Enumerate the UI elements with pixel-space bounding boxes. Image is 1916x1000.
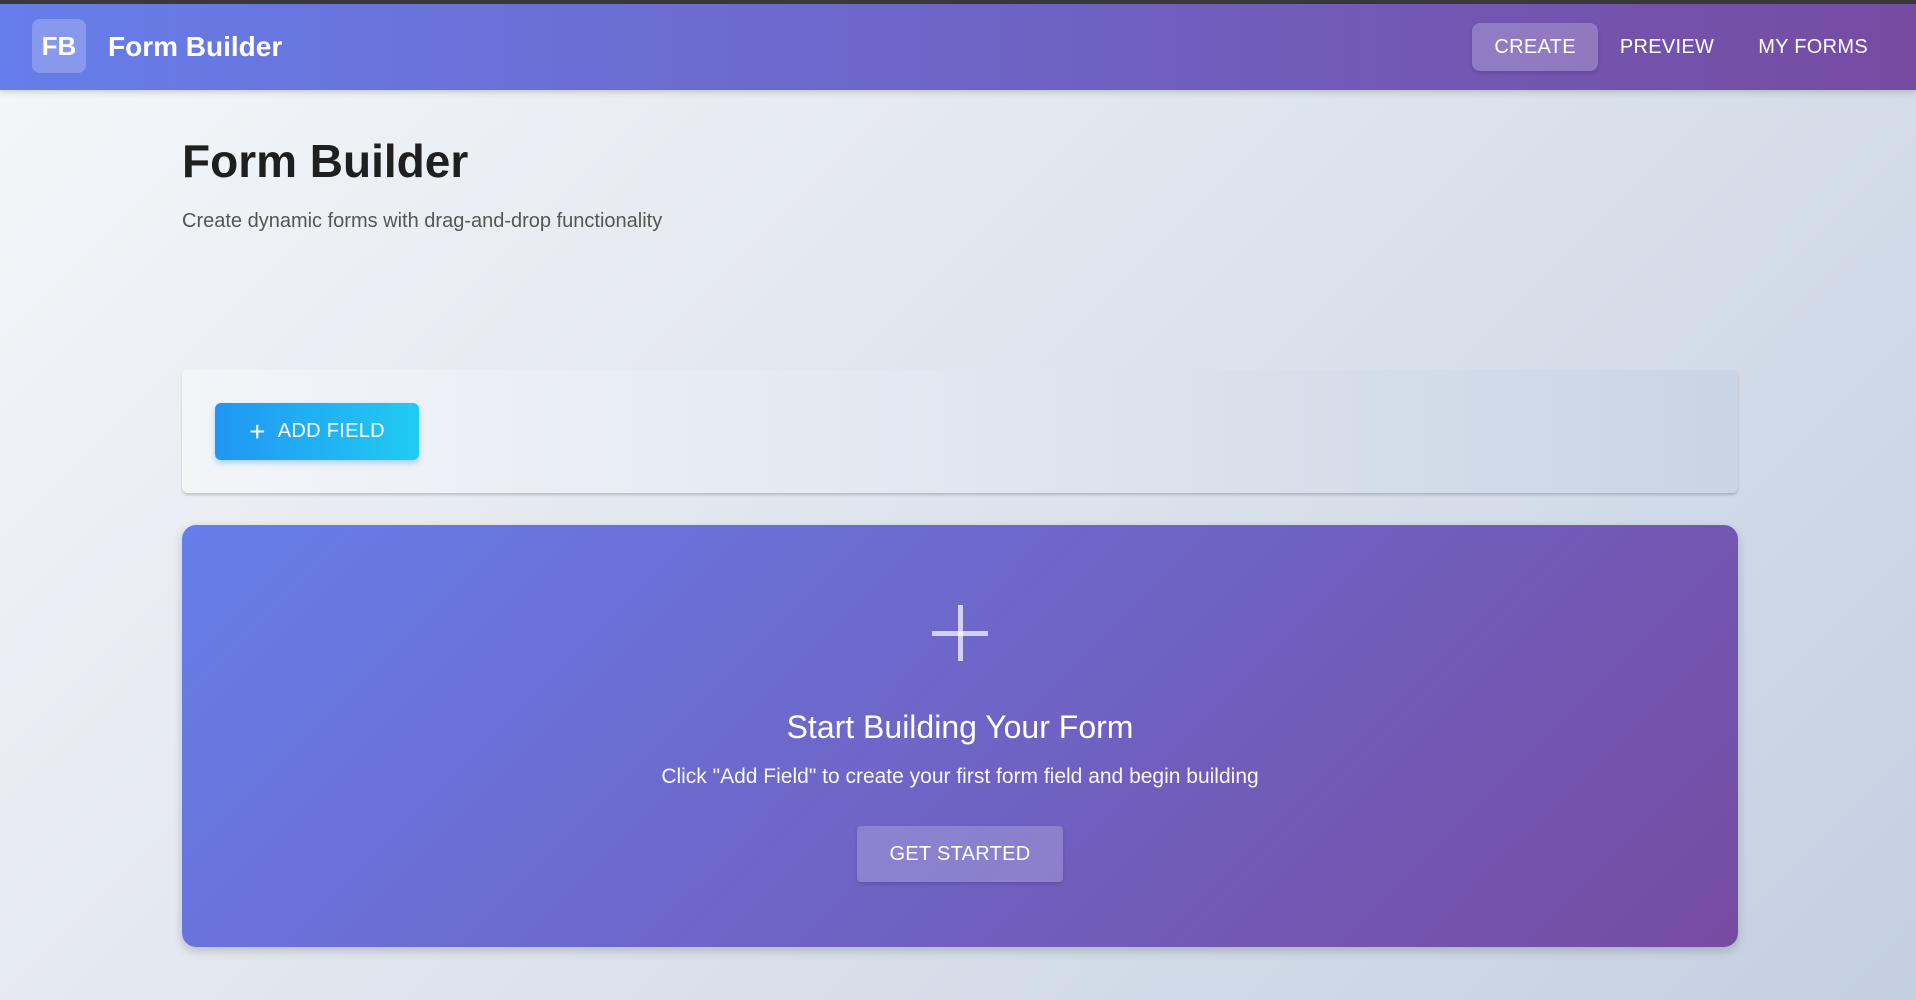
app-logo[interactable]: FB	[32, 19, 86, 73]
plus-icon	[932, 605, 988, 661]
nav-preview-button[interactable]: PREVIEW	[1598, 23, 1736, 71]
main-nav: CREATE PREVIEW MY FORMS	[1472, 23, 1890, 71]
get-started-button[interactable]: GET STARTED	[857, 826, 1063, 882]
app-header: FB Form Builder CREATE PREVIEW MY FORMS	[0, 4, 1916, 90]
plus-icon: +	[249, 415, 266, 447]
page-title: Form Builder	[182, 135, 469, 187]
empty-state-title: Start Building Your Form	[786, 709, 1134, 745]
add-field-button[interactable]: + ADD FIELD	[215, 403, 419, 460]
nav-create-button[interactable]: CREATE	[1472, 23, 1598, 71]
page-subtitle: Create dynamic forms with drag-and-drop …	[182, 210, 663, 232]
field-toolbar: + ADD FIELD	[182, 370, 1738, 493]
empty-state-card: Start Building Your Form Click "Add Fiel…	[182, 525, 1738, 947]
empty-state-description: Click "Add Field" to create your first f…	[661, 765, 1259, 788]
add-field-label: ADD FIELD	[277, 420, 385, 442]
nav-my-forms-button[interactable]: MY FORMS	[1736, 23, 1890, 71]
app-title: Form Builder	[108, 31, 283, 62]
